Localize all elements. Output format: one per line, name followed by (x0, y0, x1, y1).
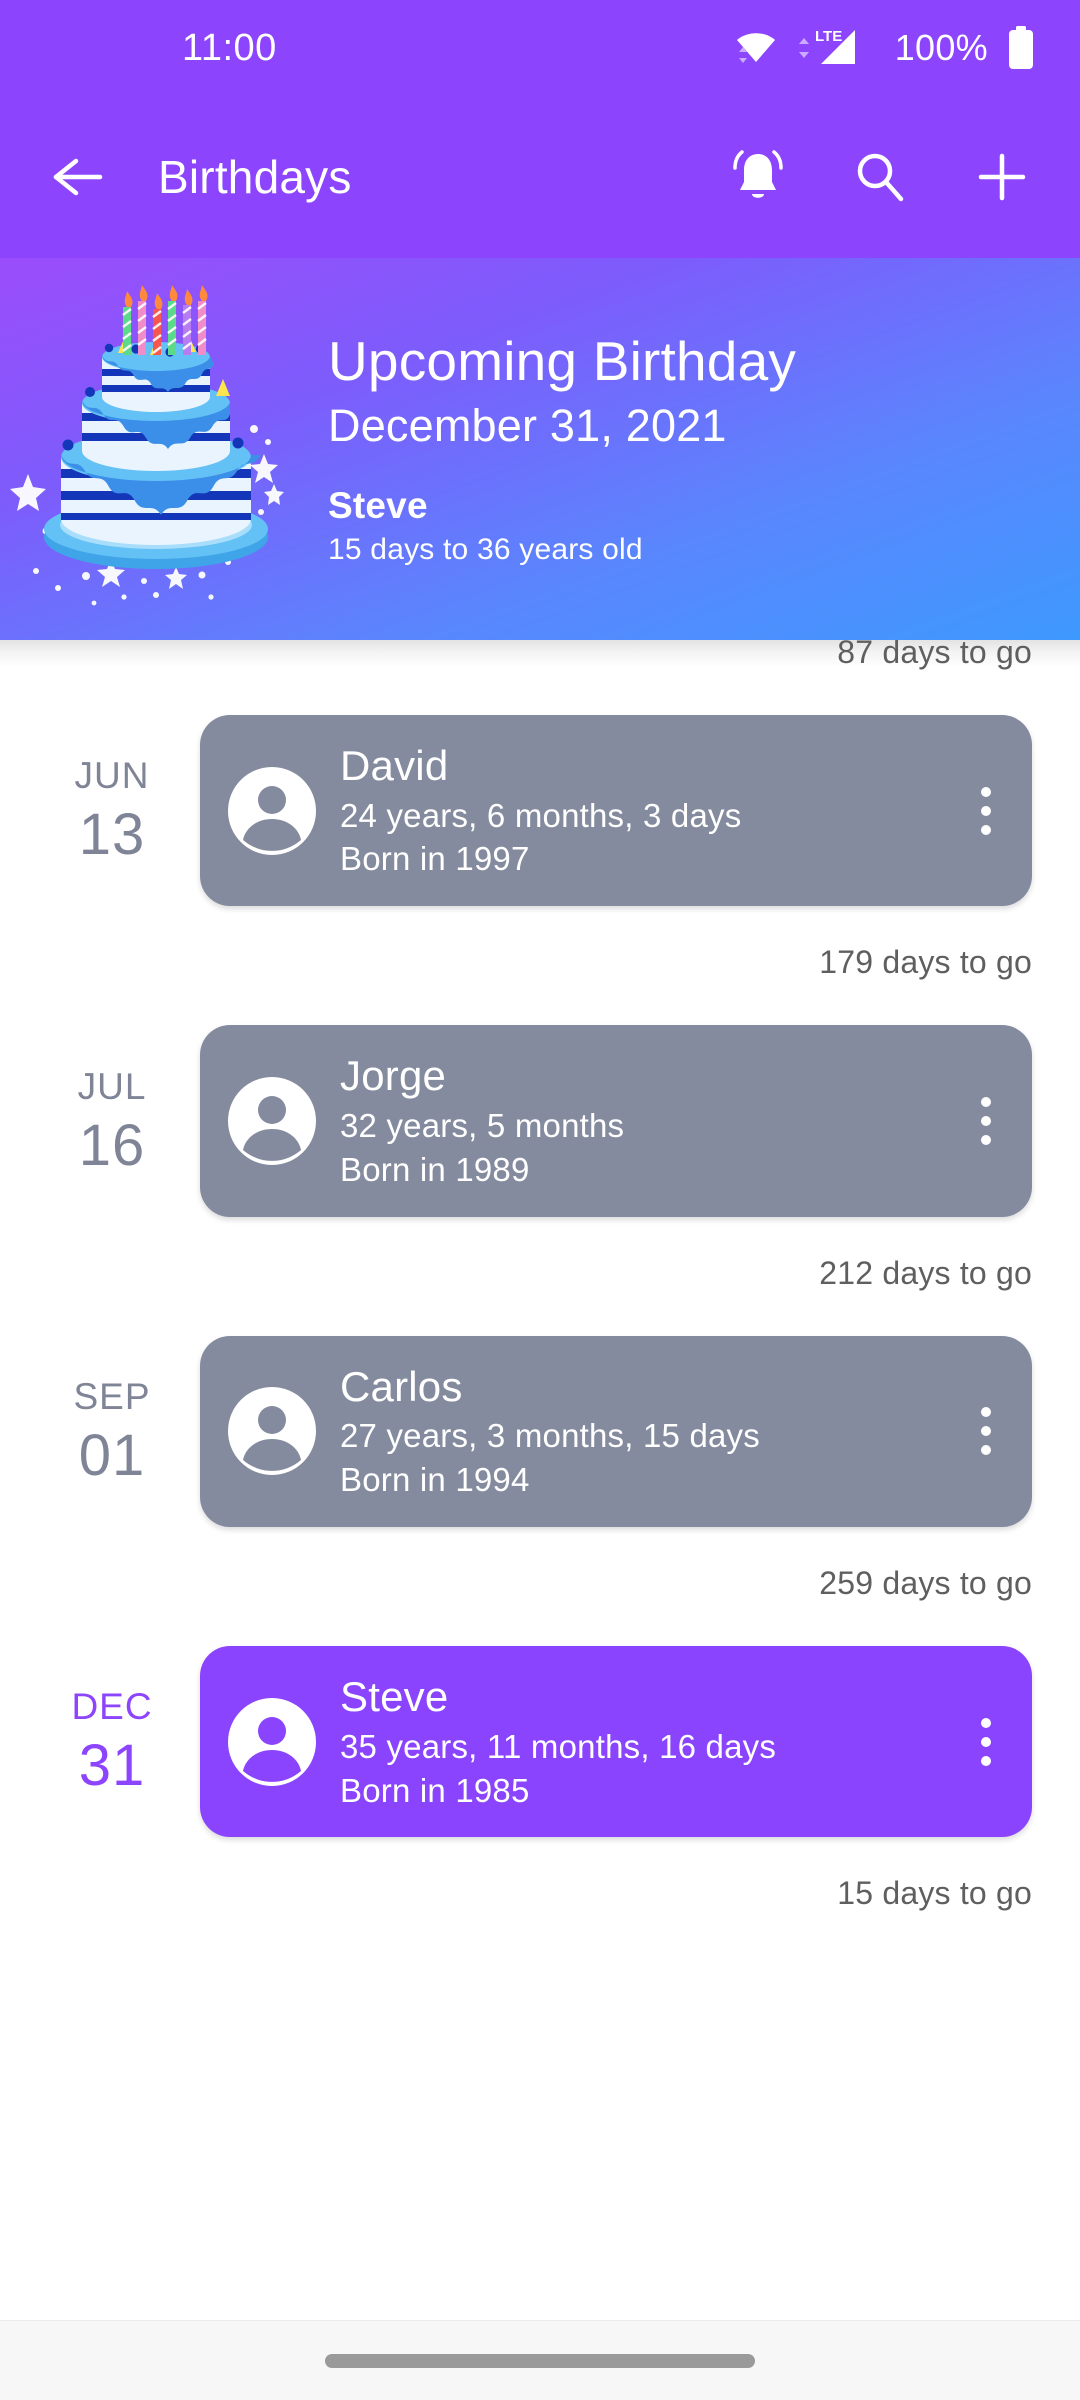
person-name: Jorge (340, 1052, 447, 1100)
overflow-menu-icon[interactable] (958, 1407, 1014, 1456)
row-day: 01 (78, 1422, 146, 1488)
birthday-cake-illustration (6, 279, 306, 619)
row-date: JUN 13 (34, 757, 190, 864)
avatar-icon (228, 1697, 316, 1786)
person-age: 35 years, 11 months, 16 days (340, 1727, 777, 1765)
battery-icon (1006, 25, 1036, 71)
hero-person-name: Steve (328, 485, 428, 527)
system-navigation-bar (0, 2320, 1080, 2400)
card-body: Jorge 32 years, 5 months Born in 1989 (340, 1051, 952, 1190)
person-born: Born in 1997 (340, 840, 530, 878)
list-inner: 87 days to go JUN 13 David 24 years, 6 m… (0, 640, 1080, 1912)
hero-text-block: Upcoming Birthday December 31, 2021 Stev… (306, 329, 797, 567)
row-day: 13 (78, 802, 146, 868)
row-date: SEP 01 (34, 1378, 190, 1485)
app-bar: Birthdays (0, 96, 1080, 258)
row-month: DEC (71, 1686, 153, 1728)
person-born: Born in 1985 (340, 1771, 530, 1809)
row-day: 31 (78, 1733, 146, 1799)
home-gesture-pill[interactable] (325, 2353, 755, 2368)
person-age: 32 years, 5 months (340, 1106, 625, 1144)
birthday-row[interactable]: JUL 16 Jorge 32 years, 5 months Born in … (0, 1025, 1080, 1217)
person-born: Born in 1989 (340, 1150, 530, 1188)
row-day: 16 (78, 1112, 146, 1178)
birthday-card[interactable]: Steve 35 years, 11 months, 16 days Born … (200, 1646, 1032, 1838)
card-body: David 24 years, 6 months, 3 days Born in… (340, 741, 952, 880)
avatar-icon (228, 1077, 316, 1166)
person-age: 27 years, 3 months, 15 days (340, 1417, 760, 1455)
hero-title: Upcoming Birthday (328, 329, 797, 392)
search-icon[interactable] (850, 147, 910, 207)
row-month: JUN (74, 755, 150, 797)
hero-countdown: 15 days to 36 years old (328, 533, 643, 567)
birthday-card[interactable]: Jorge 32 years, 5 months Born in 1989 (200, 1025, 1032, 1217)
days-to-go-label: 259 days to go (819, 1565, 1032, 1602)
person-born: Born in 1994 (340, 1461, 530, 1499)
svg-text:LTE: LTE (815, 28, 842, 45)
status-clock: 11:00 (182, 26, 277, 69)
page-title: Birthdays (158, 151, 352, 203)
person-name: David (340, 742, 449, 789)
plus-icon[interactable] (972, 147, 1032, 207)
person-age: 24 years, 6 months, 3 days (340, 796, 742, 834)
phone-screen: 11:00 LTE 100% Birthdays Upcoming Birthd… (0, 0, 1080, 2400)
row-date: JUL 16 (34, 1068, 190, 1175)
back-arrow-icon[interactable] (40, 139, 116, 215)
card-body: Steve 35 years, 11 months, 16 days Born … (340, 1672, 952, 1811)
person-name: Carlos (340, 1362, 463, 1410)
avatar-icon (228, 766, 316, 855)
birthday-list[interactable]: 87 days to go JUN 13 David 24 years, 6 m… (0, 640, 1080, 2320)
row-month: SEP (73, 1375, 151, 1417)
battery-percent-label: 100% (894, 27, 988, 68)
lte-signal-icon: LTE (797, 26, 877, 70)
person-name: Steve (340, 1673, 449, 1721)
birthday-card[interactable]: Carlos 27 years, 3 months, 15 days Born … (200, 1335, 1032, 1528)
status-bar: 11:00 LTE 100% (0, 0, 1080, 96)
notification-bell-icon[interactable] (728, 147, 788, 207)
avatar-icon (228, 1387, 316, 1476)
birthday-row[interactable]: DEC 31 Steve 35 years, 11 months, 16 day… (0, 1646, 1080, 1838)
overflow-menu-icon[interactable] (958, 1717, 1014, 1766)
row-month: JUL (77, 1065, 147, 1107)
app-bar-actions (728, 147, 1040, 207)
days-to-go-label: 15 days to go (837, 1875, 1032, 1912)
row-date: DEC 31 (34, 1688, 190, 1795)
overflow-menu-icon[interactable] (958, 1097, 1014, 1146)
status-icons: LTE 100% (733, 25, 1036, 71)
wifi-icon (733, 28, 779, 68)
hero-date: December 31, 2021 (328, 399, 727, 451)
card-body: Carlos 27 years, 3 months, 15 days Born … (340, 1362, 952, 1501)
birthday-row[interactable]: JUN 13 David 24 years, 6 months, 3 days (0, 715, 1080, 907)
days-to-go-label: 87 days to go (837, 640, 1032, 670)
birthday-row[interactable]: SEP 01 Carlos 27 years, 3 months, 15 day… (0, 1335, 1080, 1528)
upcoming-birthday-banner[interactable]: Upcoming Birthday December 31, 2021 Stev… (0, 258, 1080, 640)
days-to-go-label: 212 days to go (819, 1254, 1032, 1291)
birthday-card[interactable]: David 24 years, 6 months, 3 days Born in… (200, 715, 1032, 907)
days-to-go-label: 179 days to go (819, 944, 1032, 981)
overflow-menu-icon[interactable] (958, 786, 1014, 835)
